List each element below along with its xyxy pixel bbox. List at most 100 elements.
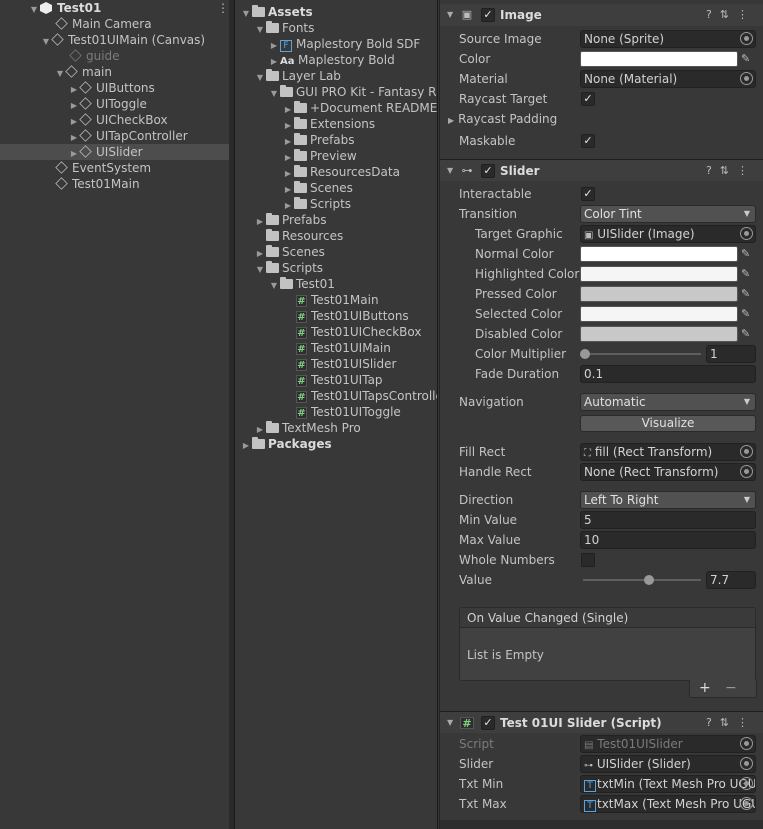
component-header-buttons[interactable]: ?⇅⋮ xyxy=(706,712,756,734)
project-folder-scenes[interactable]: ▶ Scenes xyxy=(254,244,325,260)
script-enabled-checkbox[interactable]: ✓ xyxy=(481,716,495,730)
project-folder-scripts[interactable]: ▼ Scripts xyxy=(254,260,323,276)
eyedropper-icon[interactable]: ✎ xyxy=(741,307,755,321)
project-folder-fonts[interactable]: ▼ Fonts xyxy=(254,20,314,36)
hierarchy-item-guide[interactable]: guide xyxy=(69,48,120,64)
value-input[interactable]: 7.7 xyxy=(706,571,756,589)
project-folder-scripts-kit[interactable]: ▶ Scripts xyxy=(282,196,351,212)
disabled-color-swatch[interactable] xyxy=(580,326,738,342)
project-folder-layer-lab[interactable]: ▼ Layer Lab xyxy=(254,68,341,84)
object-picker-icon[interactable] xyxy=(740,445,753,458)
foldout-arrow-icon[interactable]: ▼ xyxy=(447,712,453,734)
object-picker-icon[interactable] xyxy=(740,757,753,770)
project-script-test01main[interactable]: # Test01Main xyxy=(296,292,379,308)
component-header-buttons[interactable]: ?⇅⋮ xyxy=(706,160,756,182)
expand-arrow-icon[interactable]: ▼ xyxy=(254,262,266,278)
foldout-arrow-icon[interactable]: ▼ xyxy=(447,160,453,182)
expand-arrow-icon[interactable]: ▼ xyxy=(240,6,252,22)
project-script-uislider[interactable]: # Test01UISlider xyxy=(296,356,396,372)
max-value-input[interactable]: 10 xyxy=(580,531,756,549)
color-multiplier-thumb[interactable] xyxy=(580,349,590,359)
raycast-target-checkbox[interactable]: ✓ xyxy=(581,92,595,106)
project-script-uitoggle[interactable]: # Test01UIToggle xyxy=(296,404,401,420)
selected-color-swatch[interactable] xyxy=(580,306,738,322)
target-graphic-field[interactable]: ▣ UISlider (Image) xyxy=(580,225,756,243)
expand-arrow-icon[interactable]: ▼ xyxy=(40,34,52,50)
scene-row[interactable]: ▼ Test01 xyxy=(28,0,101,16)
transition-dropdown[interactable]: Color Tint ▼ xyxy=(580,205,756,223)
project-folder-extensions[interactable]: ▶ Extensions xyxy=(282,116,375,132)
raycast-padding-foldout[interactable]: ▶ Raycast Padding xyxy=(448,110,557,128)
project-folder-resources[interactable]: Resources xyxy=(266,228,343,244)
normal-color-swatch[interactable] xyxy=(580,246,738,262)
image-component-header[interactable]: ▼ ▣ ✓ Image ?⇅⋮ xyxy=(440,4,763,26)
txt-min-field[interactable]: TtxtMin (Text Mesh Pro UGUI) xyxy=(580,775,756,793)
slider-reference-field[interactable]: ⊶ UISlider (Slider) xyxy=(580,755,756,773)
whole-numbers-checkbox[interactable] xyxy=(581,553,595,567)
project-script-uitapscontroller[interactable]: # Test01UITapsController xyxy=(296,388,437,404)
interactable-checkbox[interactable]: ✓ xyxy=(581,187,595,201)
project-item-font-sdf[interactable]: ▶ F Maplestory Bold SDF xyxy=(268,36,420,52)
project-script-uicheckbox[interactable]: # Test01UICheckBox xyxy=(296,324,421,340)
maskable-checkbox[interactable]: ✓ xyxy=(581,134,595,148)
project-folder-test01[interactable]: ▼ Test01 xyxy=(268,276,335,292)
project-folder-gui-pro-kit[interactable]: ▼ GUI PRO Kit - Fantasy RPG xyxy=(268,84,437,102)
handle-rect-field[interactable]: None (Rect Transform) xyxy=(580,463,756,481)
image-color-swatch[interactable] xyxy=(580,51,738,67)
object-picker-icon[interactable] xyxy=(740,32,753,45)
add-event-button[interactable]: + xyxy=(699,680,711,696)
hierarchy-item-test01main[interactable]: Test01Main xyxy=(44,176,140,192)
project-folder-scenes-kit[interactable]: ▶ Scenes xyxy=(282,180,353,196)
project-script-uimain[interactable]: # Test01UIMain xyxy=(296,340,391,356)
object-picker-icon[interactable] xyxy=(740,72,753,85)
object-picker-icon[interactable] xyxy=(740,797,753,810)
project-folder-packages[interactable]: ▶ Packages xyxy=(240,436,332,452)
expand-arrow-icon[interactable]: ▼ xyxy=(268,86,280,102)
expand-arrow-icon[interactable]: ▼ xyxy=(268,278,280,294)
hierarchy-item-uislider[interactable]: ▶ UISlider xyxy=(0,144,234,160)
hierarchy-item-uitoggle[interactable]: ▶ UIToggle xyxy=(68,96,147,112)
project-item-font[interactable]: ▶ Aa Maplestory Bold xyxy=(268,52,395,68)
component-header-buttons[interactable]: ?⇅⋮ xyxy=(706,4,756,26)
project-folder-prefabs[interactable]: ▶ Prefabs xyxy=(254,212,327,228)
hierarchy-item-uitapcontroller[interactable]: ▶ UITapController xyxy=(68,128,188,144)
value-slider-track[interactable] xyxy=(583,579,701,581)
project-folder-prefabs-kit[interactable]: ▶ Prefabs xyxy=(282,132,355,148)
object-picker-icon[interactable] xyxy=(740,227,753,240)
script-component-header[interactable]: ▼ # ✓ Test 01UI Slider (Script) ?⇅⋮ xyxy=(440,711,763,733)
direction-dropdown[interactable]: Left To Right ▼ xyxy=(580,491,756,509)
fill-rect-field[interactable]: ⛶ fill (Rect Transform) xyxy=(580,443,756,461)
highlighted-color-swatch[interactable] xyxy=(580,266,738,282)
project-script-uitap[interactable]: # Test01UITap xyxy=(296,372,383,388)
expand-arrow-icon[interactable]: ▼ xyxy=(54,66,66,82)
fade-duration-input[interactable]: 0.1 xyxy=(580,365,756,383)
eyedropper-icon[interactable]: ✎ xyxy=(741,287,755,301)
more-menu-icon[interactable]: ⋮ xyxy=(217,1,229,15)
project-script-uibuttons[interactable]: # Test01UIButtons xyxy=(296,308,409,324)
project-folder-textmesh-pro[interactable]: ▶ TextMesh Pro xyxy=(254,420,361,436)
eyedropper-icon[interactable]: ✎ xyxy=(741,327,755,341)
eyedropper-icon[interactable]: ✎ xyxy=(741,267,755,281)
material-field[interactable]: None (Material) xyxy=(580,70,756,88)
foldout-arrow-icon[interactable]: ▼ xyxy=(447,4,453,26)
value-slider-thumb[interactable] xyxy=(643,575,654,585)
image-enabled-checkbox[interactable]: ✓ xyxy=(481,8,495,22)
color-multiplier-track[interactable] xyxy=(583,353,701,355)
hierarchy-item-main[interactable]: ▼ main xyxy=(54,64,112,80)
expand-arrow-icon[interactable]: ▼ xyxy=(254,22,266,38)
object-picker-icon[interactable] xyxy=(740,777,753,790)
hierarchy-item-uibuttons[interactable]: ▶ UIButtons xyxy=(68,80,155,96)
collapse-arrow-icon[interactable]: ▶ xyxy=(240,438,252,454)
remove-event-button[interactable]: − xyxy=(725,680,737,696)
eyedropper-icon[interactable]: ✎ xyxy=(741,247,755,261)
expand-arrow-icon[interactable]: ▼ xyxy=(254,70,266,86)
color-multiplier-input[interactable]: 1 xyxy=(706,345,756,363)
hierarchy-item-eventsystem[interactable]: EventSystem xyxy=(44,160,151,176)
project-folder-assets[interactable]: ▼ Assets xyxy=(240,4,313,20)
pressed-color-swatch[interactable] xyxy=(580,286,738,302)
navigation-dropdown[interactable]: Automatic ▼ xyxy=(580,393,756,411)
eyedropper-icon[interactable]: ✎ xyxy=(741,52,755,66)
visualize-button[interactable]: Visualize xyxy=(580,415,756,432)
hierarchy-scrollbar[interactable] xyxy=(229,0,234,829)
object-picker-icon[interactable] xyxy=(740,465,753,478)
